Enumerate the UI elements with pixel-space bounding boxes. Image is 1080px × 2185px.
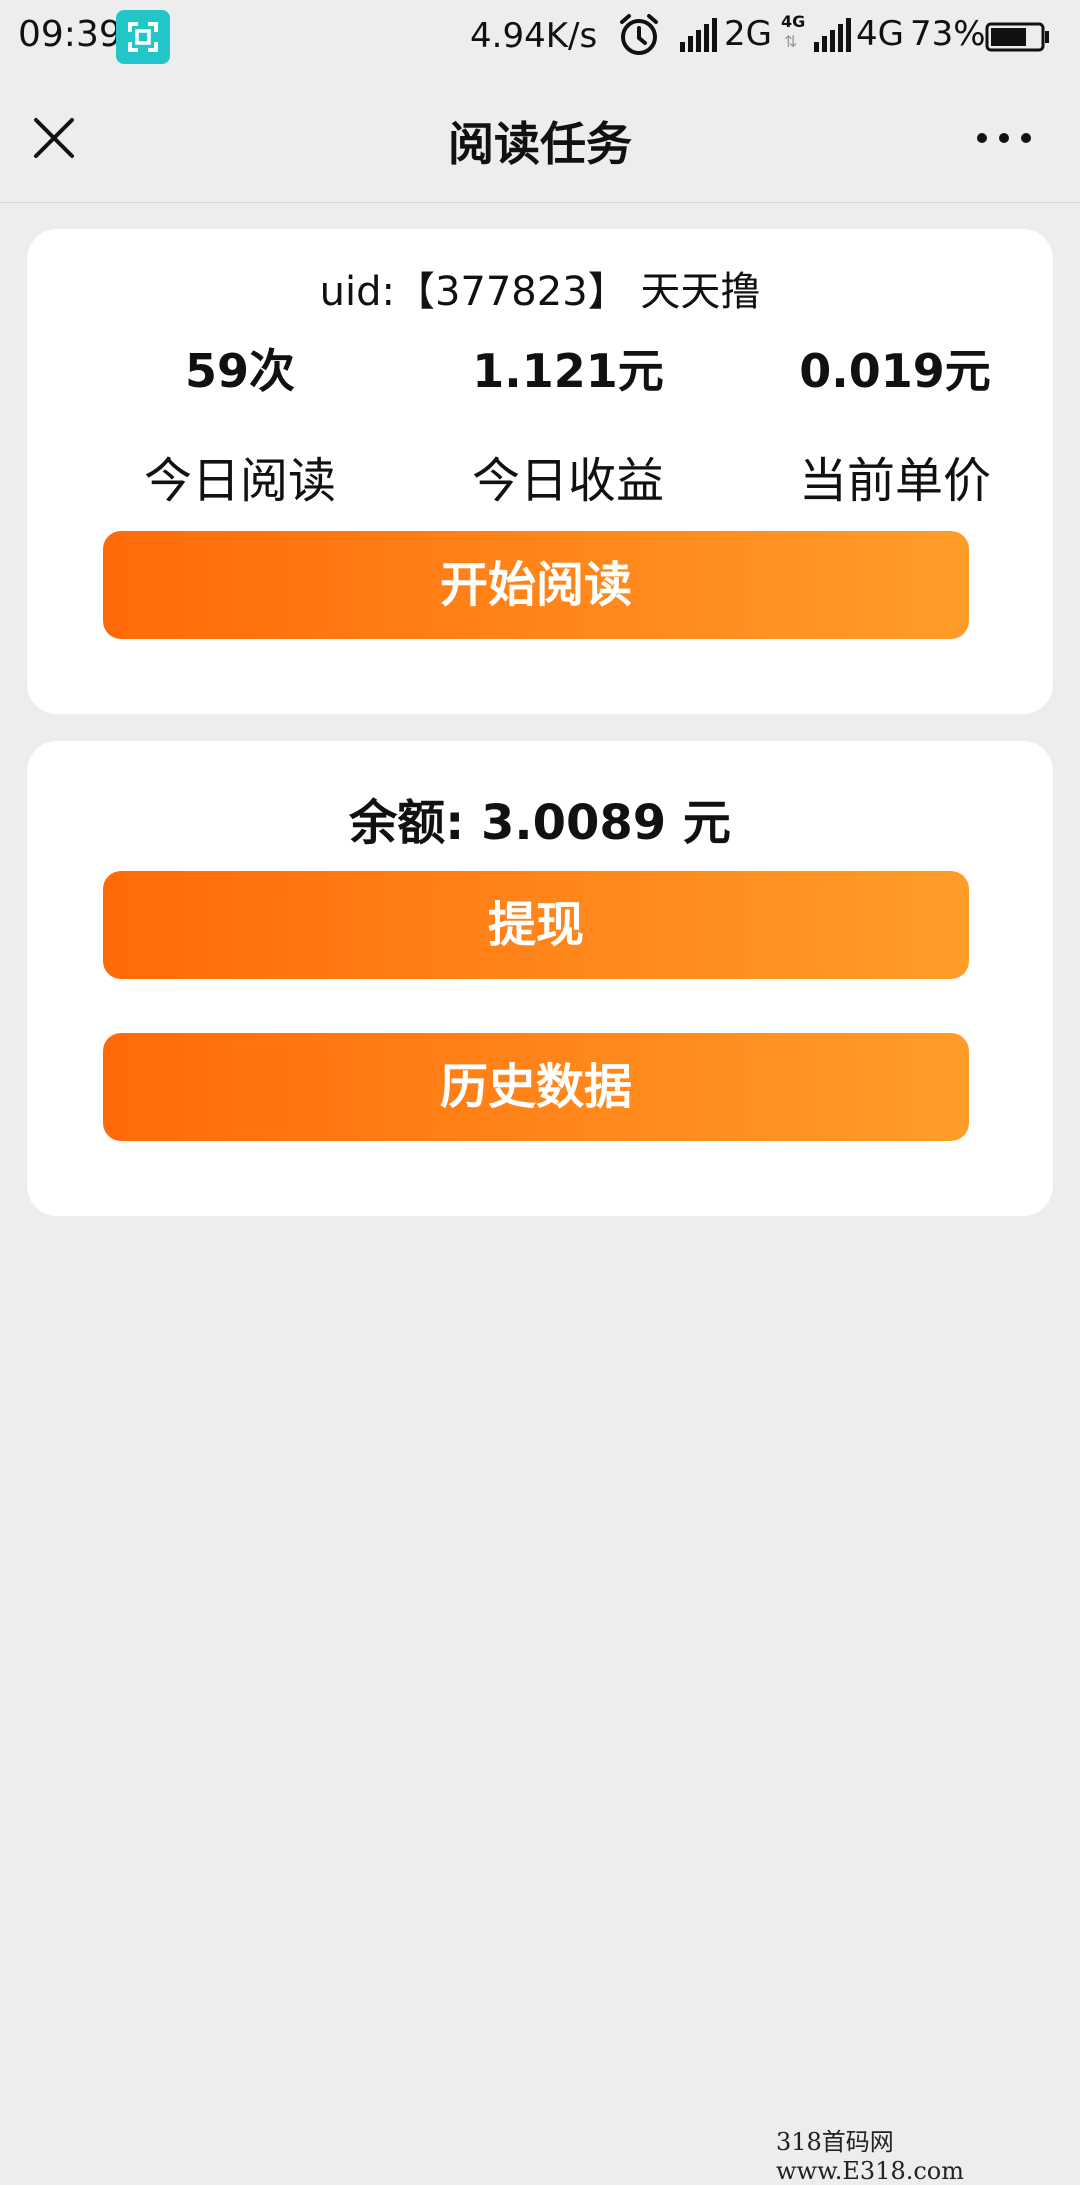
withdraw-button[interactable]: 提现 <box>103 871 969 979</box>
status-time: 09:39 <box>18 14 122 55</box>
more-icon[interactable] <box>976 128 1032 148</box>
stat-label: 当前单价 <box>798 453 991 509</box>
stat-value: 0.019元 <box>799 344 991 398</box>
uid-line: uid:【377823】 天天撸 <box>319 269 761 315</box>
balance-card: 余额: 3.0089 元 提现 历史数据 <box>27 741 1053 1216</box>
signal-icon-sim2 <box>814 18 856 58</box>
stat-value: 59次 <box>184 344 295 398</box>
balance-text: 余额: 3.0089 元 <box>349 795 731 851</box>
start-reading-button[interactable]: 开始阅读 <box>103 531 969 639</box>
stats-card: uid:【377823】 天天撸 59次 今日阅读 1.121元 今日收益 0.… <box>27 229 1053 714</box>
battery-icon <box>985 22 1051 56</box>
screenshot-icon <box>116 10 170 64</box>
status-bar: 09:39 4.94K/s 2G 4G ⇅ 4G 73% <box>0 0 1080 74</box>
page-title: 阅读任务 <box>448 117 632 171</box>
data-arrows-icon: ⇅ <box>784 32 798 51</box>
stat-label: 今日收益 <box>471 453 664 509</box>
network-speed: 4.94K/s <box>470 16 598 56</box>
network-type-sim1: 2G <box>724 14 772 54</box>
network-type-sim2: 4G <box>856 14 904 54</box>
history-data-button[interactable]: 历史数据 <box>103 1033 969 1141</box>
stat-value: 1.121元 <box>472 344 664 398</box>
alarm-icon <box>616 12 662 62</box>
signal-icon-sim1 <box>680 18 722 58</box>
battery-percent: 73% <box>910 14 986 54</box>
watermark: 318首码网 www.E318.com <box>776 2128 965 2185</box>
nav-bar: 阅读任务 <box>0 74 1080 203</box>
data-type-small: 4G <box>781 12 806 31</box>
stat-label: 今日阅读 <box>143 453 336 509</box>
